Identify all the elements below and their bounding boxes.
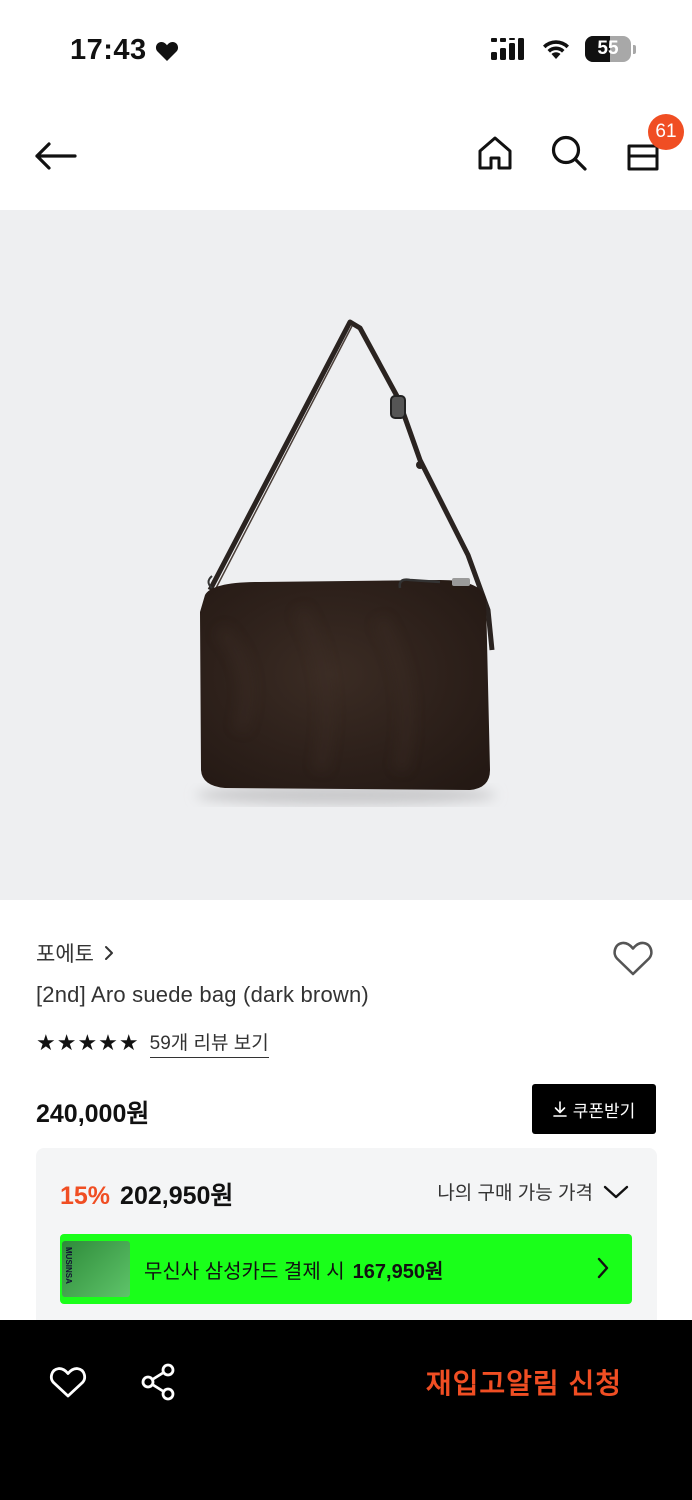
battery-tip bbox=[633, 44, 636, 54]
home-button[interactable] bbox=[472, 130, 518, 176]
bag-image bbox=[196, 319, 496, 805]
wifi-icon bbox=[543, 40, 569, 59]
product-name: [2nd] Aro suede bag (dark brown) bbox=[36, 982, 369, 1007]
my-price-toggle[interactable]: 나의 구매 가능 가격 bbox=[437, 1178, 629, 1205]
battery-level: 55 bbox=[597, 38, 619, 59]
chevron-down-icon bbox=[603, 1185, 629, 1198]
card-thumb-text: MUSINSA bbox=[64, 1247, 73, 1284]
card-offer-text: 무신사 삼성카드 결제 시 167,950원 bbox=[144, 1255, 443, 1284]
search-button[interactable] bbox=[546, 130, 592, 176]
bottom-action-bar: 재입고알림 신청 bbox=[0, 1320, 692, 1500]
share-icon bbox=[141, 1363, 175, 1401]
status-time-text: 17:43 bbox=[70, 34, 147, 66]
brand-link[interactable]: 포에토 bbox=[36, 938, 114, 968]
status-bar: 17:43 55 bbox=[0, 0, 692, 100]
cart-count-badge: 61 bbox=[648, 114, 684, 150]
back-button[interactable] bbox=[30, 134, 80, 178]
bottom-wishlist-button[interactable] bbox=[46, 1360, 90, 1404]
restock-alert-button[interactable]: 재입고알림 신청 bbox=[426, 1362, 622, 1402]
card-offer-label: 무신사 삼성카드 결제 시 bbox=[144, 1260, 345, 1283]
product-image[interactable] bbox=[0, 210, 692, 900]
coupon-label: 쿠폰받기 bbox=[572, 1101, 636, 1121]
search-icon bbox=[551, 135, 587, 171]
heart-status-icon bbox=[155, 41, 178, 61]
brand-name: 포에토 bbox=[36, 943, 94, 966]
battery-icon: 55 bbox=[585, 36, 631, 62]
discount-row: 15% 202,950원 bbox=[60, 1176, 233, 1212]
discount-rate: 15% bbox=[60, 1182, 111, 1210]
download-icon bbox=[552, 1101, 567, 1117]
card-offer-banner[interactable]: MUSINSA 무신사 삼성카드 결제 시 167,950원 bbox=[60, 1234, 632, 1304]
status-indicators: 55 bbox=[491, 36, 636, 62]
rating-row: ★★★★★ 59개 리뷰 보기 bbox=[36, 1028, 269, 1058]
card-offer-price: 167,950원 bbox=[352, 1260, 444, 1283]
heart-outline-icon bbox=[50, 1367, 86, 1398]
nav-actions: 61 bbox=[472, 114, 684, 176]
star-rating: ★★★★★ bbox=[36, 1030, 140, 1055]
original-price: 240,000원 bbox=[36, 1100, 150, 1128]
chevron-right-icon bbox=[104, 946, 113, 960]
price-box: 15% 202,950원 나의 구매 가능 가격 MUSINSA 무신사 삼성카… bbox=[36, 1148, 657, 1348]
status-time: 17:43 bbox=[70, 34, 179, 67]
coupon-button[interactable]: 쿠폰받기 bbox=[532, 1084, 656, 1134]
card-thumbnail: MUSINSA bbox=[62, 1241, 130, 1297]
back-arrow-icon bbox=[35, 142, 77, 170]
my-price-label: 나의 구매 가능 가격 bbox=[437, 1183, 593, 1204]
heart-outline-icon bbox=[613, 941, 653, 976]
chevron-right-icon bbox=[597, 1257, 609, 1279]
home-icon bbox=[478, 136, 512, 170]
wishlist-button[interactable] bbox=[610, 936, 656, 980]
share-button[interactable] bbox=[136, 1360, 180, 1404]
review-link[interactable]: 59개 리뷰 보기 bbox=[149, 1028, 269, 1058]
sale-price: 202,950원 bbox=[120, 1182, 234, 1210]
signal-icon bbox=[491, 38, 524, 60]
cart-button[interactable]: 61 bbox=[620, 114, 684, 176]
nav-bar: 61 bbox=[0, 100, 692, 210]
